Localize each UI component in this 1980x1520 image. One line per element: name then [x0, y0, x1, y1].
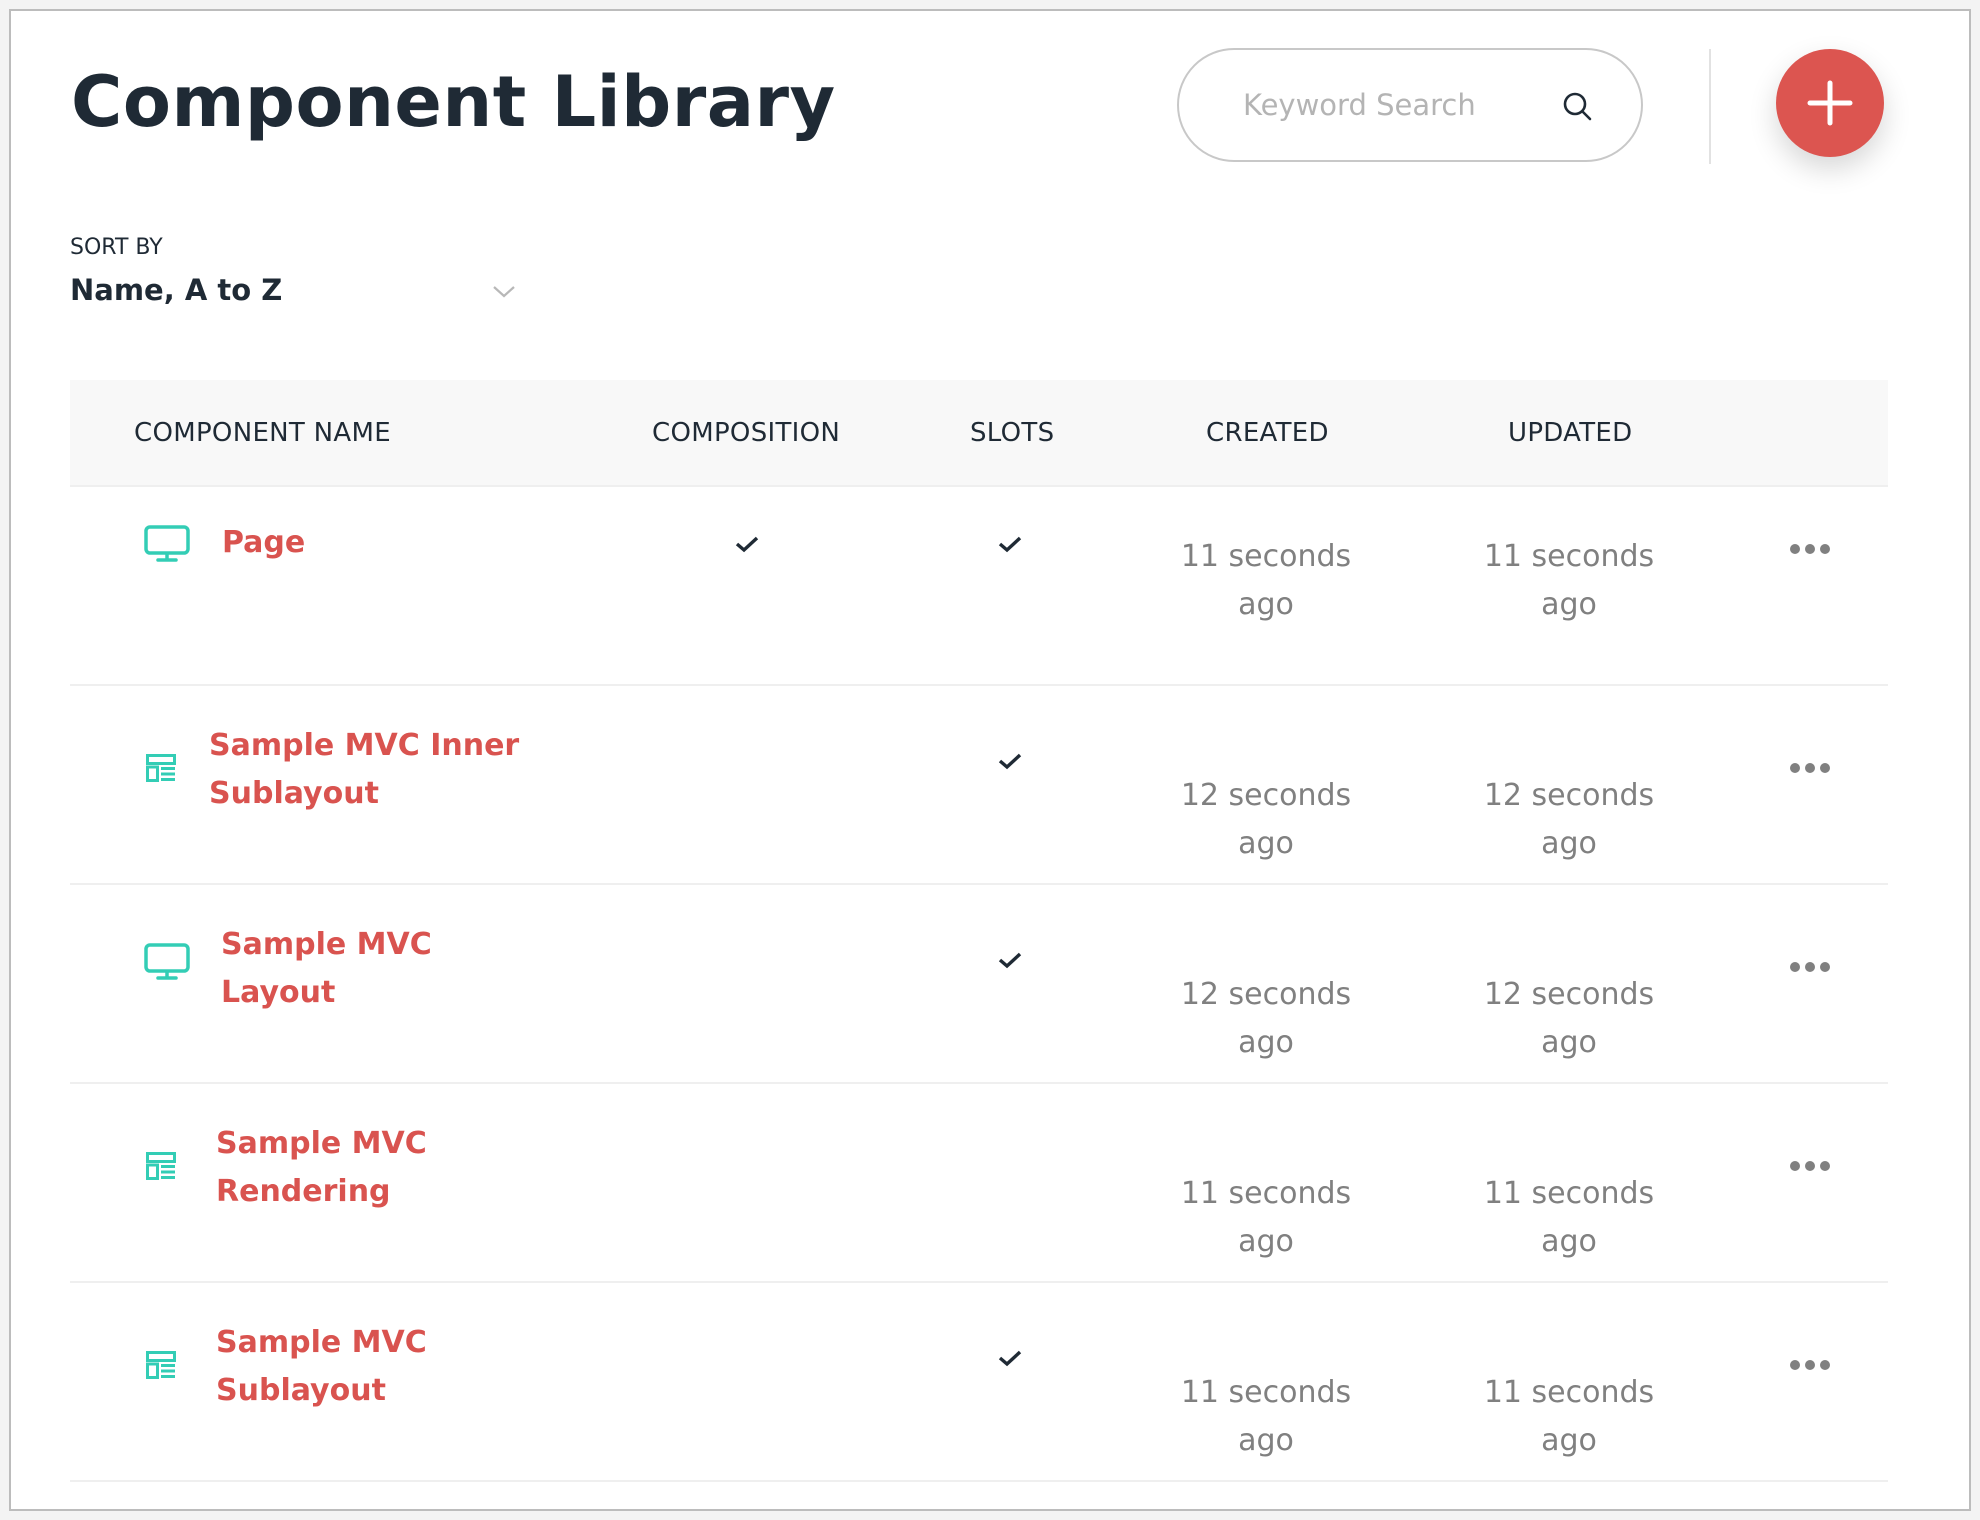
row-actions-menu-button[interactable]: [1780, 1353, 1840, 1377]
layout-icon: [146, 1152, 176, 1184]
row-actions-menu-button[interactable]: [1780, 756, 1840, 780]
updated-time-line-2: ago: [1541, 1423, 1597, 1458]
component-name-link[interactable]: Sample MVC Sublayout: [216, 1319, 427, 1415]
updated-time-line-1: 11 seconds: [1483, 1375, 1655, 1410]
created-time-line-2: ago: [1238, 587, 1294, 622]
table-row: Sample MVC Inner Sublayout 12 seconds ag…: [70, 686, 1888, 885]
updated-time: 12 seconds ago: [1459, 772, 1679, 868]
more-dot-icon: [1790, 544, 1800, 554]
more-dot-icon: [1805, 962, 1815, 972]
more-dot-icon: [1790, 1161, 1800, 1171]
header-divider: [1709, 49, 1711, 164]
more-dot-icon: [1790, 1360, 1800, 1370]
more-dot-icon: [1820, 1360, 1830, 1370]
column-header-updated[interactable]: UPDATED: [1508, 418, 1632, 448]
components-table: COMPONENT NAME COMPOSITION SLOTS CREATED…: [70, 380, 1888, 1482]
more-dot-icon: [1820, 1161, 1830, 1171]
table-row: Sample MVC Sublayout 11 seconds ago 11 s…: [70, 1283, 1888, 1482]
component-name-line-2: Layout: [221, 975, 336, 1010]
created-time-line-2: ago: [1238, 1224, 1294, 1259]
keyword-search-box[interactable]: [1177, 48, 1643, 162]
more-dot-icon: [1805, 1360, 1815, 1370]
table-header: COMPONENT NAME COMPOSITION SLOTS CREATED…: [70, 380, 1888, 487]
composition-check-icon: [735, 535, 759, 557]
column-header-composition[interactable]: COMPOSITION: [652, 418, 840, 448]
created-time-line-2: ago: [1238, 1025, 1294, 1060]
keyword-search-input[interactable]: [1241, 87, 1545, 123]
layout-icon: [146, 754, 176, 786]
created-time-line-1: 11 seconds: [1180, 1375, 1352, 1410]
created-time: 12 seconds ago: [1156, 971, 1376, 1067]
more-dot-icon: [1820, 763, 1830, 773]
row-actions-menu-button[interactable]: [1780, 537, 1840, 561]
add-component-button[interactable]: [1776, 49, 1884, 157]
updated-time-line-1: 11 seconds: [1483, 539, 1655, 574]
updated-time: 11 seconds ago: [1459, 533, 1679, 629]
more-dot-icon: [1805, 763, 1815, 773]
slots-check-icon: [998, 535, 1022, 557]
created-time-line-1: 11 seconds: [1180, 1176, 1352, 1211]
column-header-component-name[interactable]: COMPONENT NAME: [134, 418, 391, 448]
component-name-line-2: Rendering: [216, 1174, 391, 1209]
component-name-line-1: Sample MVC: [216, 1325, 427, 1360]
more-dot-icon: [1790, 763, 1800, 773]
updated-time-line-2: ago: [1541, 1224, 1597, 1259]
more-dot-icon: [1820, 962, 1830, 972]
component-library-panel: Component Library SORT BY Name, A to Z C…: [9, 9, 1971, 1511]
updated-time: 12 seconds ago: [1459, 971, 1679, 1067]
created-time-line-2: ago: [1238, 1423, 1294, 1458]
created-time: 11 seconds ago: [1156, 1170, 1376, 1266]
component-name-link[interactable]: Sample MVC Rendering: [216, 1120, 427, 1216]
monitor-icon: [144, 943, 190, 985]
component-name-line-1: Sample MVC: [216, 1126, 427, 1161]
more-dot-icon: [1790, 962, 1800, 972]
updated-time-line-2: ago: [1541, 587, 1597, 622]
layout-icon: [146, 1351, 176, 1383]
table-row: Page 11 seconds ago 11 seconds ago: [70, 487, 1888, 686]
component-name-line-1: Page: [222, 525, 306, 560]
component-name-link[interactable]: Sample MVC Inner Sublayout: [209, 722, 519, 818]
updated-time-line-1: 12 seconds: [1483, 778, 1655, 813]
slots-check-icon: [998, 752, 1022, 774]
slots-check-icon: [998, 1349, 1022, 1371]
sort-by-dropdown[interactable]: Name, A to Z: [70, 273, 520, 317]
updated-time-line-2: ago: [1541, 826, 1597, 861]
component-name-line-1: Sample MVC Inner: [209, 728, 520, 763]
column-header-created[interactable]: CREATED: [1206, 418, 1329, 448]
page-title: Component Library: [71, 61, 836, 143]
updated-time: 11 seconds ago: [1459, 1170, 1679, 1266]
more-dot-icon: [1820, 544, 1830, 554]
created-time: 11 seconds ago: [1156, 533, 1376, 629]
table-row: Sample MVC Layout 12 seconds ago 12 seco…: [70, 885, 1888, 1084]
created-time-line-2: ago: [1238, 826, 1294, 861]
slots-check-icon: [998, 951, 1022, 973]
component-name-line-2: Sublayout: [216, 1373, 386, 1408]
table-row: Sample MVC Rendering 11 seconds ago 11 s…: [70, 1084, 1888, 1283]
sort-by-value: Name, A to Z: [70, 273, 283, 307]
row-actions-menu-button[interactable]: [1780, 955, 1840, 979]
sort-by-label: SORT BY: [70, 235, 163, 260]
more-dot-icon: [1805, 1161, 1815, 1171]
search-icon[interactable]: [1561, 90, 1595, 124]
row-actions-menu-button[interactable]: [1780, 1154, 1840, 1178]
component-name-line-2: Sublayout: [209, 776, 379, 811]
column-header-slots[interactable]: SLOTS: [970, 418, 1054, 448]
monitor-icon: [144, 525, 190, 567]
created-time-line-1: 12 seconds: [1180, 778, 1352, 813]
component-name-link[interactable]: Page: [222, 519, 305, 567]
updated-time-line-1: 12 seconds: [1483, 977, 1655, 1012]
chevron-down-icon: [493, 286, 515, 298]
updated-time: 11 seconds ago: [1459, 1369, 1679, 1465]
created-time-line-1: 11 seconds: [1180, 539, 1352, 574]
component-name-link[interactable]: Sample MVC Layout: [221, 921, 432, 1017]
updated-time-line-2: ago: [1541, 1025, 1597, 1060]
more-dot-icon: [1805, 544, 1815, 554]
updated-time-line-1: 11 seconds: [1483, 1176, 1655, 1211]
created-time-line-1: 12 seconds: [1180, 977, 1352, 1012]
created-time: 12 seconds ago: [1156, 772, 1376, 868]
created-time: 11 seconds ago: [1156, 1369, 1376, 1465]
component-name-line-1: Sample MVC: [221, 927, 432, 962]
table-body: Page 11 seconds ago 11 seconds ago Sampl…: [70, 487, 1888, 1482]
plus-icon: [1807, 80, 1853, 126]
